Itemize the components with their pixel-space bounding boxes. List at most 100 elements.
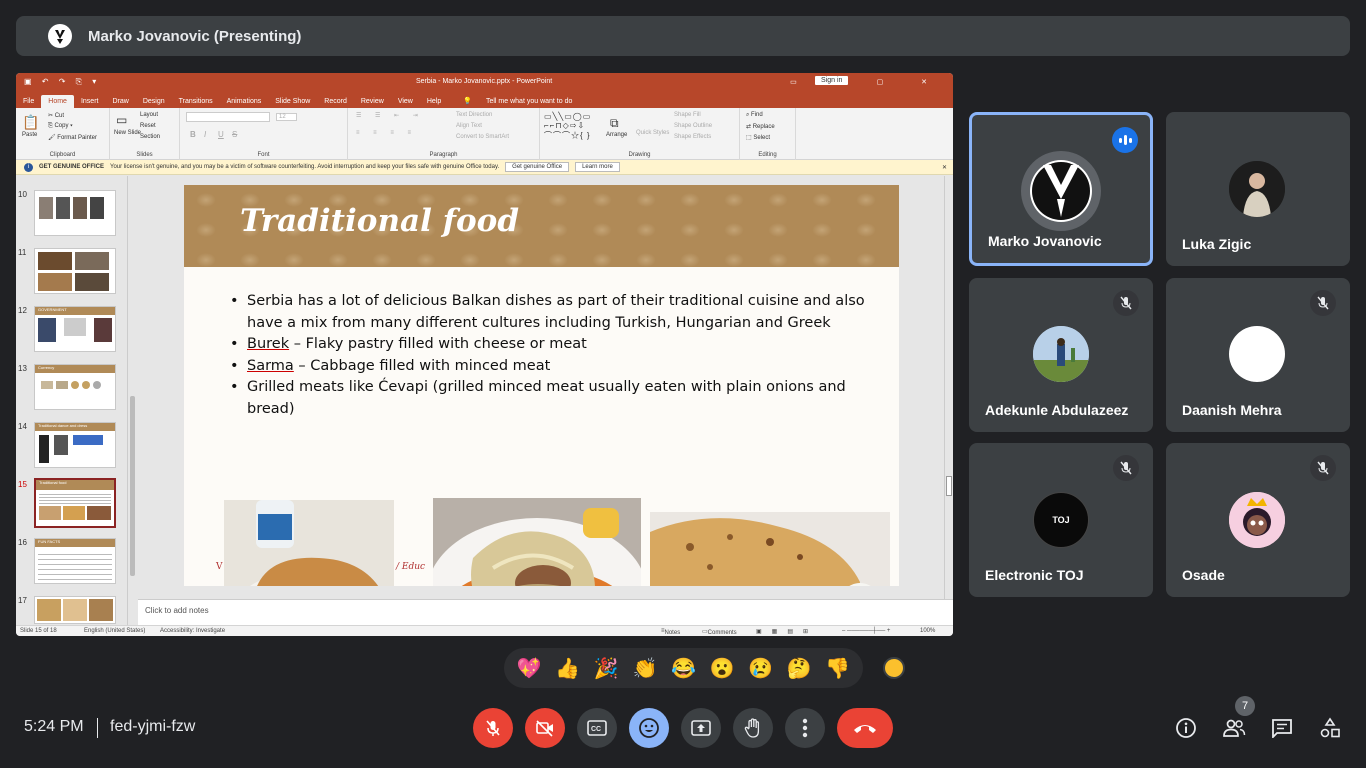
notes-pane[interactable]: Click to add notes	[138, 599, 953, 625]
leave-call-button[interactable]	[837, 708, 893, 748]
arrange-button[interactable]: Arrange	[606, 132, 627, 138]
reactions-button[interactable]	[629, 708, 669, 748]
participant-tile-daanish[interactable]: Daanish Mehra	[1166, 278, 1350, 432]
tab-view[interactable]: View	[391, 98, 420, 108]
tab-help[interactable]: Help	[420, 98, 448, 108]
more-options-button[interactable]	[785, 708, 825, 748]
meeting-details-button[interactable]	[1172, 714, 1200, 742]
get-genuine-button[interactable]: Get genuine Office	[505, 162, 570, 172]
paste-button[interactable]: Paste	[22, 132, 37, 138]
font-size-box[interactable]: 12	[276, 113, 297, 121]
zoom-level[interactable]: 100%	[920, 628, 935, 634]
font-name-box[interactable]	[186, 112, 270, 122]
slide-thumbnail-12[interactable]: GOVERNMENT	[34, 306, 116, 352]
thumbs-up-reaction[interactable]: 👍	[553, 656, 583, 681]
find-button[interactable]: ⌕ Find	[746, 112, 763, 119]
layout-button[interactable]: Layout	[140, 112, 158, 118]
convert-smartart-button[interactable]: Convert to SmartArt	[456, 134, 509, 140]
participant-tile-luka[interactable]: Luka Zigic	[1166, 112, 1350, 266]
thumbs-down-reaction[interactable]: 👎	[823, 656, 853, 681]
strikethrough-button[interactable]: S	[232, 130, 237, 139]
skin-tone-picker[interactable]	[883, 657, 905, 679]
camera-toggle-button[interactable]	[525, 708, 565, 748]
slide-scrollbar[interactable]	[944, 176, 953, 599]
clapping-reaction[interactable]: 👏	[630, 656, 660, 681]
tab-insert[interactable]: Insert	[74, 98, 106, 108]
raise-hand-button[interactable]	[733, 708, 773, 748]
captions-button[interactable]: CC	[577, 708, 617, 748]
mic-toggle-button[interactable]	[473, 708, 513, 748]
accessibility-status[interactable]: Accessibility: Investigate	[160, 628, 225, 634]
slide[interactable]: Traditional food Serbia has a lot of del…	[184, 185, 899, 586]
arrange-icon[interactable]: ⧉	[610, 116, 619, 131]
zoom-slider[interactable]: – ──────┼── +	[842, 628, 890, 634]
people-button[interactable]	[1220, 714, 1248, 742]
shapes-gallery[interactable]: ▭╲╲▭◯▭ ⌐⌐⊓◇⇨⇩ ⌒⌒⌒☆{ }	[544, 112, 591, 141]
italic-button[interactable]: I	[204, 130, 206, 139]
crying-reaction[interactable]: 😢	[746, 656, 776, 681]
burek-photo[interactable]	[224, 500, 394, 586]
present-screen-button[interactable]	[681, 708, 721, 748]
list-icons[interactable]: ☰ ☰ ⇤ ⇥	[356, 112, 424, 119]
bold-button[interactable]: B	[190, 130, 196, 139]
tab-file[interactable]: File	[16, 98, 41, 108]
replace-button[interactable]: ⇄ Replace	[746, 123, 775, 130]
tab-home[interactable]: Home	[41, 95, 74, 108]
thumbnail-scrollbar[interactable]	[127, 176, 136, 625]
tears-of-joy-reaction[interactable]: 😂	[668, 656, 698, 681]
select-button[interactable]: ⬚ Select	[746, 134, 770, 141]
participant-tile-adekunle[interactable]: Adekunle Abdulazeez	[969, 278, 1153, 432]
learn-more-button[interactable]: Learn more	[575, 162, 620, 172]
comments-toggle[interactable]: ▭ Comments	[702, 628, 737, 636]
copy-button[interactable]: ⎘ Copy ▾	[48, 123, 73, 130]
quick-styles-button[interactable]: Quick Styles	[636, 130, 669, 136]
paste-icon[interactable]: 📋	[22, 114, 39, 131]
thinking-reaction[interactable]: 🤔	[784, 656, 814, 681]
tab-draw[interactable]: Draw	[105, 98, 135, 108]
chat-button[interactable]	[1268, 714, 1296, 742]
sparkling-heart-reaction[interactable]: 💖	[514, 656, 544, 681]
slide-thumbnail-16[interactable]: FUN FACTS	[34, 538, 116, 584]
surprised-reaction[interactable]: 😮	[707, 656, 737, 681]
new-slide-button[interactable]: New Slide	[114, 130, 141, 136]
reset-button[interactable]: Reset	[140, 123, 156, 129]
activities-button[interactable]	[1316, 714, 1344, 742]
slide-thumbnail-11[interactable]	[34, 248, 116, 294]
sarma-photo[interactable]	[433, 498, 641, 586]
tab-transitions[interactable]: Transitions	[172, 98, 220, 108]
shape-effects-button[interactable]: Shape Effects	[674, 134, 711, 140]
slide-title[interactable]: Traditional food	[240, 203, 519, 239]
notes-toggle[interactable]: ≡ Notes	[661, 628, 680, 636]
underline-button[interactable]: U	[218, 130, 224, 139]
window-controls[interactable]: ▭ – ▢ ✕	[790, 78, 945, 86]
tab-animations[interactable]: Animations	[220, 98, 269, 108]
language-status[interactable]: English (United States)	[84, 628, 145, 634]
slide-thumbnail-13[interactable]: Currency	[34, 364, 116, 410]
cevapi-photo[interactable]	[650, 512, 890, 586]
tab-record[interactable]: Record	[317, 98, 354, 108]
close-icon[interactable]: ✕	[942, 164, 947, 171]
align-text-button[interactable]: Align Text	[456, 123, 482, 129]
view-buttons[interactable]: ▣▦▤⊞	[756, 628, 818, 635]
participant-tile-marko[interactable]: Marko Jovanovic	[969, 112, 1153, 266]
slide-thumbnail-17[interactable]	[34, 596, 116, 624]
slide-thumbnail-10[interactable]	[34, 190, 116, 236]
align-icons[interactable]: ≡ ≡ ≡ ≡	[356, 130, 417, 136]
tell-me-box[interactable]: Tell me what you want to do	[479, 98, 579, 108]
section-button[interactable]: Section	[140, 134, 160, 140]
text-direction-button[interactable]: Text Direction	[456, 112, 492, 118]
tab-review[interactable]: Review	[354, 98, 391, 108]
format-painter-button[interactable]: 🖌 Format Painter	[48, 134, 97, 141]
slide-thumbnail-15[interactable]: Traditional food	[34, 478, 116, 528]
new-slide-icon[interactable]: ▭	[116, 113, 127, 127]
slide-thumbnail-14[interactable]: Traditional dance and dress	[34, 422, 116, 468]
shape-fill-button[interactable]: Shape Fill	[674, 112, 701, 118]
tab-slide-show[interactable]: Slide Show	[268, 98, 317, 108]
party-popper-reaction[interactable]: 🎉	[591, 656, 621, 681]
shape-outline-button[interactable]: Shape Outline	[674, 123, 712, 129]
participant-tile-osade[interactable]: Osade	[1166, 443, 1350, 597]
slide-bullet-list[interactable]: Serbia has a lot of delicious Balkan dis…	[230, 291, 870, 420]
participant-tile-electronic-toj[interactable]: TOJ Electronic TOJ	[969, 443, 1153, 597]
tab-design[interactable]: Design	[136, 98, 172, 108]
cut-button[interactable]: ✂ Cut	[48, 112, 64, 119]
